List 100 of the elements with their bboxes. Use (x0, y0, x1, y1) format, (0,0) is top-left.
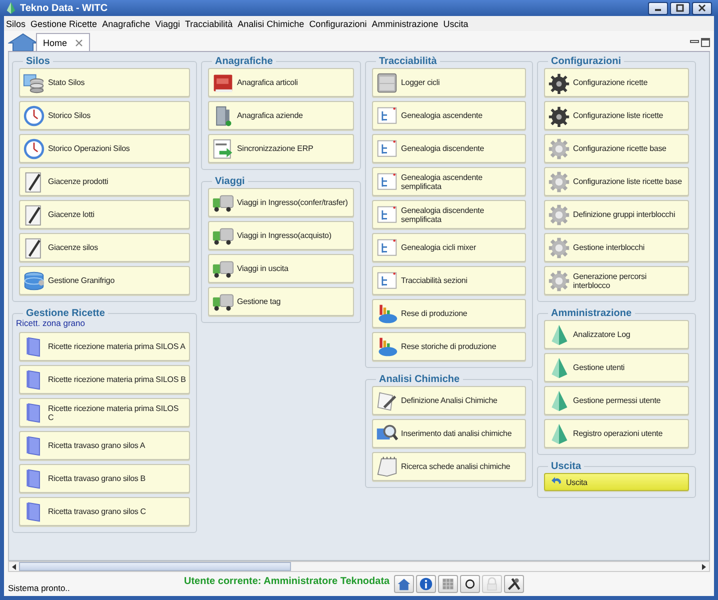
menu-tile-button[interactable]: Configurazione ricette base (544, 134, 689, 163)
clock-icon (23, 138, 45, 160)
menu-item[interactable]: Gestione Ricette (30, 18, 98, 28)
menu-tile-button[interactable]: Gestione Granifrigo (19, 266, 190, 295)
menu-tile-button[interactable]: Ricette ricezione materia prima SILOS B (19, 365, 190, 394)
menu-tile-button[interactable]: Rese di produzione (372, 299, 526, 328)
menu-tile-button[interactable]: Stato Silos (19, 68, 190, 97)
gear-icon (548, 204, 570, 226)
menu-item[interactable]: Analisi Chimiche (238, 18, 304, 28)
menu-tile-button[interactable]: Registro operazioni utente (544, 419, 689, 448)
menu-item[interactable]: Anagrafiche (102, 18, 150, 28)
menu-item[interactable]: Viaggi (155, 18, 180, 28)
group-title: Viaggi (214, 176, 246, 187)
menu-tile-button[interactable]: Viaggi in Ingresso(confer/trasfer) (208, 188, 354, 217)
group-title: Analisi Chimiche (378, 374, 461, 385)
minimize-button[interactable] (648, 2, 668, 14)
group-title: Uscita (550, 461, 582, 472)
menu-tile-button[interactable]: Rese storiche di produzione (372, 332, 526, 361)
scroll-left-icon[interactable] (11, 564, 17, 570)
close-button[interactable] (692, 2, 712, 14)
menu-item[interactable]: Tracciabilità (184, 18, 233, 28)
group-title: Anagrafiche (214, 56, 274, 67)
maximize-button[interactable] (670, 2, 690, 14)
menu-tile-button[interactable]: Genealogia discendente (372, 134, 526, 163)
menu-tile-button[interactable]: Viaggi in uscita (208, 254, 354, 283)
group-subtitle: Ricett. zona grano (16, 318, 86, 328)
menu-tile-button[interactable]: Configurazione liste ricette (544, 101, 689, 130)
menu-item[interactable]: Configurazioni (309, 18, 367, 28)
tree-window-icon (376, 204, 398, 226)
close-icon[interactable] (75, 38, 84, 46)
tree-window-icon (376, 104, 398, 126)
menu-tile-button[interactable]: Gestione tag (208, 287, 354, 316)
database-icon (23, 270, 45, 292)
tree-window-icon (376, 236, 398, 258)
menu-tile-button[interactable]: Inserimento dati analisi chimiche (372, 419, 526, 448)
menu-tile-button[interactable]: Gestione interblocchi (544, 233, 689, 262)
menu-tile-button[interactable]: Configurazione liste ricette base (544, 167, 689, 196)
notepad-icon (376, 456, 398, 478)
menu-tile-button[interactable]: Sincronizzazione ERP (208, 134, 354, 163)
menu-tile-button[interactable]: Ricette ricezione materia prima SILOS A (19, 332, 190, 361)
chart-icon (376, 336, 398, 358)
menu-tile-button[interactable]: Definizione gruppi interblocchi (544, 200, 689, 229)
document-pen-icon (376, 390, 398, 412)
menu-item[interactable]: Amministrazione (372, 18, 438, 28)
gear-icon (548, 138, 570, 160)
maximize-icon (676, 4, 684, 12)
horizontal-scrollbar[interactable] (8, 561, 710, 572)
menu-tile-button[interactable]: Genealogia ascendente (372, 101, 526, 130)
menu-tile-button[interactable]: Analizzatore Log (544, 320, 689, 349)
clock-icon (23, 104, 45, 126)
menu-tile-button[interactable]: Giacenze silos (19, 233, 190, 262)
maximize-icon[interactable] (701, 38, 710, 46)
gears-icon (548, 72, 570, 94)
menu-item[interactable]: Silos (6, 18, 26, 28)
menu-tile-button[interactable]: Genealogia ascendente semplificata (372, 167, 526, 196)
tree-window-icon (376, 270, 398, 292)
menu-tile-button[interactable]: Viaggi in Ingresso(acquisto) (208, 221, 354, 250)
menu-tile-button[interactable]: Storico Silos (19, 101, 190, 130)
menu-tile-button[interactable]: Anagrafica articoli (208, 68, 354, 97)
menu-tile-button[interactable]: Generazione percorsi interblocco (544, 266, 689, 295)
tree-window-icon (376, 170, 398, 192)
gear-icon (548, 170, 570, 192)
menu-tile-button[interactable]: Giacenze lotti (19, 200, 190, 229)
group-title: Gestione Ricette (25, 308, 106, 319)
group-title: Configurazioni (550, 56, 622, 67)
menu-item[interactable]: Uscita (443, 18, 468, 28)
home-tab[interactable]: Home (36, 33, 90, 51)
menu-tile-button[interactable]: Giacenze prodotti (19, 167, 190, 196)
menu-tile-button[interactable]: Ricetta travaso grano silos C (19, 497, 190, 526)
menu-tile-button[interactable]: Gestione permessi utente (544, 386, 689, 415)
menu-tile-button[interactable]: Genealogia cicli mixer (372, 233, 526, 262)
info-icon[interactable] (416, 575, 436, 593)
menu-tile-button[interactable]: Logger cicli (372, 68, 526, 97)
house-icon[interactable] (394, 575, 414, 593)
menu-tile-button[interactable]: Ricetta travaso grano silos A (19, 431, 190, 460)
group-title: Tracciabilità (378, 56, 438, 67)
drawer-icon (376, 72, 398, 94)
menu-tile-button[interactable]: Configurazione ricette (544, 68, 689, 97)
group-title: Amministrazione (550, 308, 633, 319)
chart-icon (376, 302, 398, 324)
menu-tile-button[interactable]: Ricetta travaso grano silos B (19, 464, 190, 493)
house-icon (8, 33, 38, 51)
scroll-right-icon[interactable] (701, 564, 707, 570)
tools-icon[interactable] (504, 575, 524, 593)
window-title: Tekno Data - WITC (20, 2, 108, 14)
gear-icon (548, 270, 570, 292)
menu-tile-button[interactable]: Storico Operazioni Silos (19, 134, 190, 163)
gear-icon (548, 236, 570, 258)
menu-tile-button[interactable]: Ricette ricezione materia prima SILOS C (19, 398, 190, 427)
database-icon (23, 72, 45, 94)
menu-tile-button[interactable]: Gestione utenti (544, 353, 689, 382)
menu-tile-button[interactable]: Tracciabilità sezioni (372, 266, 526, 295)
status-message: Sistema pronto.. (8, 583, 71, 593)
menu-tile-button[interactable]: Ricerca schede analisi chimiche (372, 452, 526, 481)
menu-tile-button[interactable]: Anagrafica aziende (208, 101, 354, 130)
tree-window-icon (376, 138, 398, 160)
current-user-label: Utente corrente: Amministratore Teknodata (184, 576, 391, 586)
menu-tile-button[interactable]: Uscita (544, 473, 689, 491)
menu-tile-button[interactable]: Definizione Analisi Chimiche (372, 386, 526, 415)
menu-tile-button[interactable]: Genealogia discendente semplificata (372, 200, 526, 229)
